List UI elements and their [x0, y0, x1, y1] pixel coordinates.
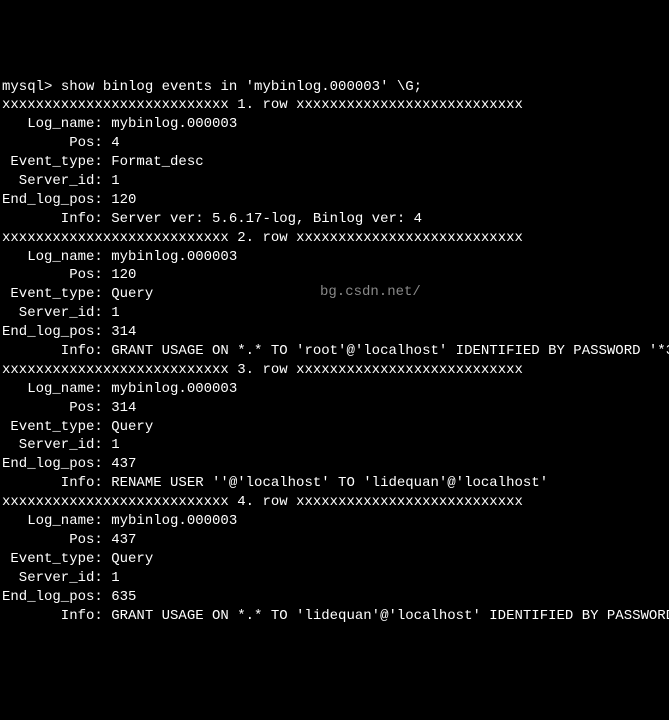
server-id-line: Server_id: 1 — [2, 305, 120, 321]
info-line: Info: RENAME USER ''@'localhost' TO 'lid… — [2, 475, 548, 491]
prompt-line: mysql> show binlog events in 'mybinlog.0… — [2, 79, 422, 95]
terminal[interactable]: mysql> show binlog events in 'mybinlog.0… — [2, 78, 667, 626]
log-name-line: Log_name: mybinlog.000003 — [2, 116, 237, 132]
pos-line: Pos: 120 — [2, 267, 136, 283]
row-separator-1: xxxxxxxxxxxxxxxxxxxxxxxxxxx 1. row xxxxx… — [2, 97, 523, 113]
watermark: bg.csdn.net/ — [320, 283, 421, 302]
row-separator-3: xxxxxxxxxxxxxxxxxxxxxxxxxxx 3. row xxxxx… — [2, 362, 523, 378]
event-type-line: Event_type: Query — [2, 419, 153, 435]
server-id-line: Server_id: 1 — [2, 437, 120, 453]
end-log-pos-line: End_log_pos: 314 — [2, 324, 136, 340]
log-name-line: Log_name: mybinlog.000003 — [2, 381, 237, 397]
log-name-line: Log_name: mybinlog.000003 — [2, 249, 237, 265]
info-line: Info: Server ver: 5.6.17-log, Binlog ver… — [2, 211, 422, 227]
pos-line: Pos: 4 — [2, 135, 120, 151]
command: show binlog events in 'mybinlog.000003' … — [61, 79, 422, 95]
event-type-line: Event_type: Query — [2, 551, 153, 567]
info-line: Info: GRANT USAGE ON *.* TO 'lidequan'@'… — [2, 608, 669, 624]
log-name-line: Log_name: mybinlog.000003 — [2, 513, 237, 529]
server-id-line: Server_id: 1 — [2, 173, 120, 189]
event-type-line: Event_type: Format_desc — [2, 154, 204, 170]
row-separator-4: xxxxxxxxxxxxxxxxxxxxxxxxxxx 4. row xxxxx… — [2, 494, 523, 510]
info-line: Info: GRANT USAGE ON *.* TO 'root'@'loca… — [2, 343, 669, 359]
prompt: mysql> — [2, 79, 61, 95]
end-log-pos-line: End_log_pos: 437 — [2, 456, 136, 472]
end-log-pos-line: End_log_pos: 120 — [2, 192, 136, 208]
server-id-line: Server_id: 1 — [2, 570, 120, 586]
event-type-line: Event_type: Query — [2, 286, 153, 302]
end-log-pos-line: End_log_pos: 635 — [2, 589, 136, 605]
pos-line: Pos: 437 — [2, 532, 136, 548]
pos-line: Pos: 314 — [2, 400, 136, 416]
row-separator-2: xxxxxxxxxxxxxxxxxxxxxxxxxxx 2. row xxxxx… — [2, 230, 523, 246]
